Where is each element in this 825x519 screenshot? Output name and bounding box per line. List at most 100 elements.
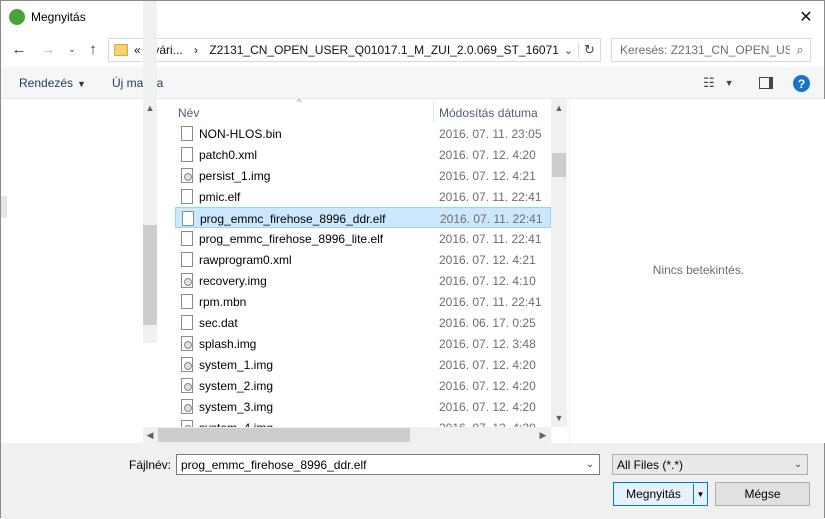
file-name: rawprogram0.xml <box>199 253 292 267</box>
file-modified-date: 2016. 07. 12. 4:21 <box>439 169 536 183</box>
file-row[interactable]: system_4.img2016. 07. 12. 4:20 <box>175 417 551 427</box>
nav-pane-item-highlight[interactable] <box>1 196 7 218</box>
breadcrumb-current[interactable]: Z2131_CN_OPEN_USER_Q01017.1_M_ZUI_2.0.06… <box>209 43 558 57</box>
file-name: system_1.img <box>199 358 274 372</box>
close-button[interactable]: ✕ <box>788 1 824 33</box>
title-bar: Megnyitás ✕ <box>1 1 824 33</box>
file-row[interactable]: prog_emmc_firehose_8996_ddr.elf 2016. 07.… <box>175 207 551 228</box>
file-row[interactable]: rawprogram0.xml 2016. 07. 12. 4:21 <box>175 249 551 270</box>
breadcrumb-separator[interactable]: › <box>194 43 198 57</box>
recent-locations-button[interactable]: ⌄ <box>62 39 82 59</box>
file-row[interactable]: system_2.img 2016. 07. 12. 4:20 <box>175 375 551 396</box>
file-icon <box>181 126 193 141</box>
column-header-row: ^ Név Módosítás dátuma <box>171 99 551 123</box>
forward-button[interactable]: → <box>38 39 58 59</box>
view-options-button[interactable]: ☷ ▼ <box>703 75 734 91</box>
file-row[interactable]: persist_1.img 2016. 07. 12. 4:21 <box>175 165 551 186</box>
image-file-icon <box>181 168 193 183</box>
command-bar: Rendezés ▼ Új mappa ☷ ▼ <box>1 67 824 99</box>
forward-arrow-icon: → <box>40 40 56 58</box>
file-list[interactable]: ^ Név Módosítás dátuma NON-HLOS.bin 2016.… <box>171 99 551 427</box>
file-row[interactable]: NON-HLOS.bin 2016. 07. 11. 23:05 <box>175 123 551 144</box>
file-name: pmic.elf <box>199 190 241 204</box>
caret-down-icon: ▼ <box>696 489 705 499</box>
file-name: recovery.img <box>199 274 267 288</box>
file-list-vertical-scrollbar[interactable] <box>551 99 567 427</box>
file-row[interactable]: splash.img 2016. 07. 12. 3:48 <box>175 333 551 354</box>
scroll-left-button[interactable]: ◀ <box>143 428 157 442</box>
file-row[interactable]: system_1.img 2016. 07. 12. 4:20 <box>175 354 551 375</box>
file-name: system_2.img <box>199 379 274 393</box>
image-file-icon <box>181 336 193 351</box>
chevron-down-icon: ⌄ <box>793 459 803 470</box>
preview-pane-icon <box>759 77 773 89</box>
preview-pane-toggle[interactable] <box>759 75 773 91</box>
up-arrow-icon: ↑ <box>89 40 97 58</box>
back-arrow-icon: ← <box>11 40 27 58</box>
navigation-pane-scroll-thumb[interactable] <box>143 225 157 325</box>
window-title: Megnyitás <box>31 10 86 24</box>
file-row[interactable]: rpm.mbn 2016. 07. 11. 22:41 <box>175 291 551 312</box>
file-row[interactable]: pmic.elf 2016. 07. 11. 22:41 <box>175 186 551 207</box>
cancel-button[interactable]: Mégse <box>715 482 810 506</box>
file-modified-date: 2016. 07. 11. 22:41 <box>439 232 542 246</box>
open-split-dropdown[interactable]: ▼ <box>693 484 707 504</box>
nav-scroll-up-button[interactable]: ▲ <box>143 101 157 115</box>
address-history-dropdown[interactable]: ⌄ <box>558 43 578 57</box>
file-name: prog_emmc_firehose_8996_ddr.elf <box>200 212 386 226</box>
up-button[interactable]: ↑ <box>83 39 103 59</box>
help-icon[interactable]: ? <box>793 75 810 92</box>
file-name: patch0.xml <box>199 148 258 162</box>
open-button[interactable]: Megnyitás ▼ <box>613 482 708 506</box>
refresh-button[interactable]: ↻ <box>578 42 600 58</box>
filename-field[interactable]: prog_emmc_firehose_8996_ddr.elf <box>177 458 581 472</box>
file-scroll-up-button[interactable]: ▲ <box>552 101 566 115</box>
file-list-vertical-scroll-thumb[interactable] <box>552 153 566 177</box>
search-icon[interactable]: ⌕ <box>790 42 810 58</box>
filename-combobox[interactable]: prog_emmc_firehose_8996_ddr.elf ⌄ <box>176 454 600 475</box>
download-arrow-icon <box>9 9 25 25</box>
file-list-horizontal-scroll-thumb[interactable] <box>158 428 410 442</box>
column-header-name[interactable]: Név <box>178 106 199 120</box>
image-file-icon <box>181 357 193 372</box>
navigation-pane[interactable] <box>1 99 157 441</box>
back-button[interactable]: ← <box>9 39 29 59</box>
file-name: prog_emmc_firehose_8996_lite.elf <box>199 232 384 246</box>
column-divider[interactable] <box>433 101 434 123</box>
file-row[interactable]: prog_emmc_firehose_8996_lite.elf 2016. 07… <box>175 228 551 249</box>
filename-label: Fájlnév: <box>129 458 172 472</box>
file-modified-date: 2016. 07. 12. 4:20 <box>439 400 536 414</box>
file-icon <box>181 189 193 204</box>
caret-down-icon: ▼ <box>724 78 734 88</box>
address-bar[interactable]: « Gyári... › Z2131_CN_OPEN_USER_Q01017.1… <box>108 38 601 62</box>
file-icon <box>182 211 194 226</box>
search-placeholder: Keresés: Z2131_CN_OPEN_US... <box>620 43 790 57</box>
breadcrumb[interactable]: « Gyári... › Z2131_CN_OPEN_USER_Q01017.1… <box>134 43 558 57</box>
file-modified-date: 2016. 07. 12. 4:10 <box>439 274 536 288</box>
column-header-date[interactable]: Módosítás dátuma <box>439 106 538 120</box>
file-modified-date: 2016. 07. 12. 4:20 <box>439 379 536 393</box>
open-file-dialog: Megnyitás ✕ ← → ⌄ ↑ « Gyári... › Z2131_C… <box>0 0 825 519</box>
image-file-icon <box>181 378 193 393</box>
file-type-select[interactable]: All Files (*.*) ⌄ <box>612 454 808 475</box>
file-row[interactable]: sec.dat 2016. 06. 17. 0:25 <box>175 312 551 333</box>
file-scroll-down-button[interactable]: ▼ <box>552 411 566 425</box>
filename-dropdown-button[interactable]: ⌄ <box>581 459 599 470</box>
scroll-right-button[interactable]: ▶ <box>536 428 550 442</box>
file-name: rpm.mbn <box>199 295 247 309</box>
file-icon <box>181 147 193 162</box>
refresh-icon: ↻ <box>584 42 595 57</box>
caret-down-icon: ▼ <box>77 79 86 89</box>
image-file-icon <box>181 273 193 288</box>
file-modified-date: 2016. 06. 17. 0:25 <box>439 316 536 330</box>
list-view-icon: ☷ <box>703 75 715 90</box>
breadcrumb-overflow[interactable]: « <box>134 43 141 57</box>
organize-button[interactable]: Rendezés ▼ <box>19 76 86 90</box>
file-modified-date: 2016. 07. 12. 4:21 <box>439 253 536 267</box>
file-row[interactable]: recovery.img 2016. 07. 12. 4:10 <box>175 270 551 291</box>
file-row[interactable]: system_3.img 2016. 07. 12. 4:20 <box>175 396 551 417</box>
search-input[interactable]: Keresés: Z2131_CN_OPEN_US... ⌕ <box>611 38 811 62</box>
file-icon <box>181 231 193 246</box>
chevron-down-icon: ⌄ <box>68 43 76 54</box>
file-row[interactable]: patch0.xml 2016. 07. 12. 4:20 <box>175 144 551 165</box>
